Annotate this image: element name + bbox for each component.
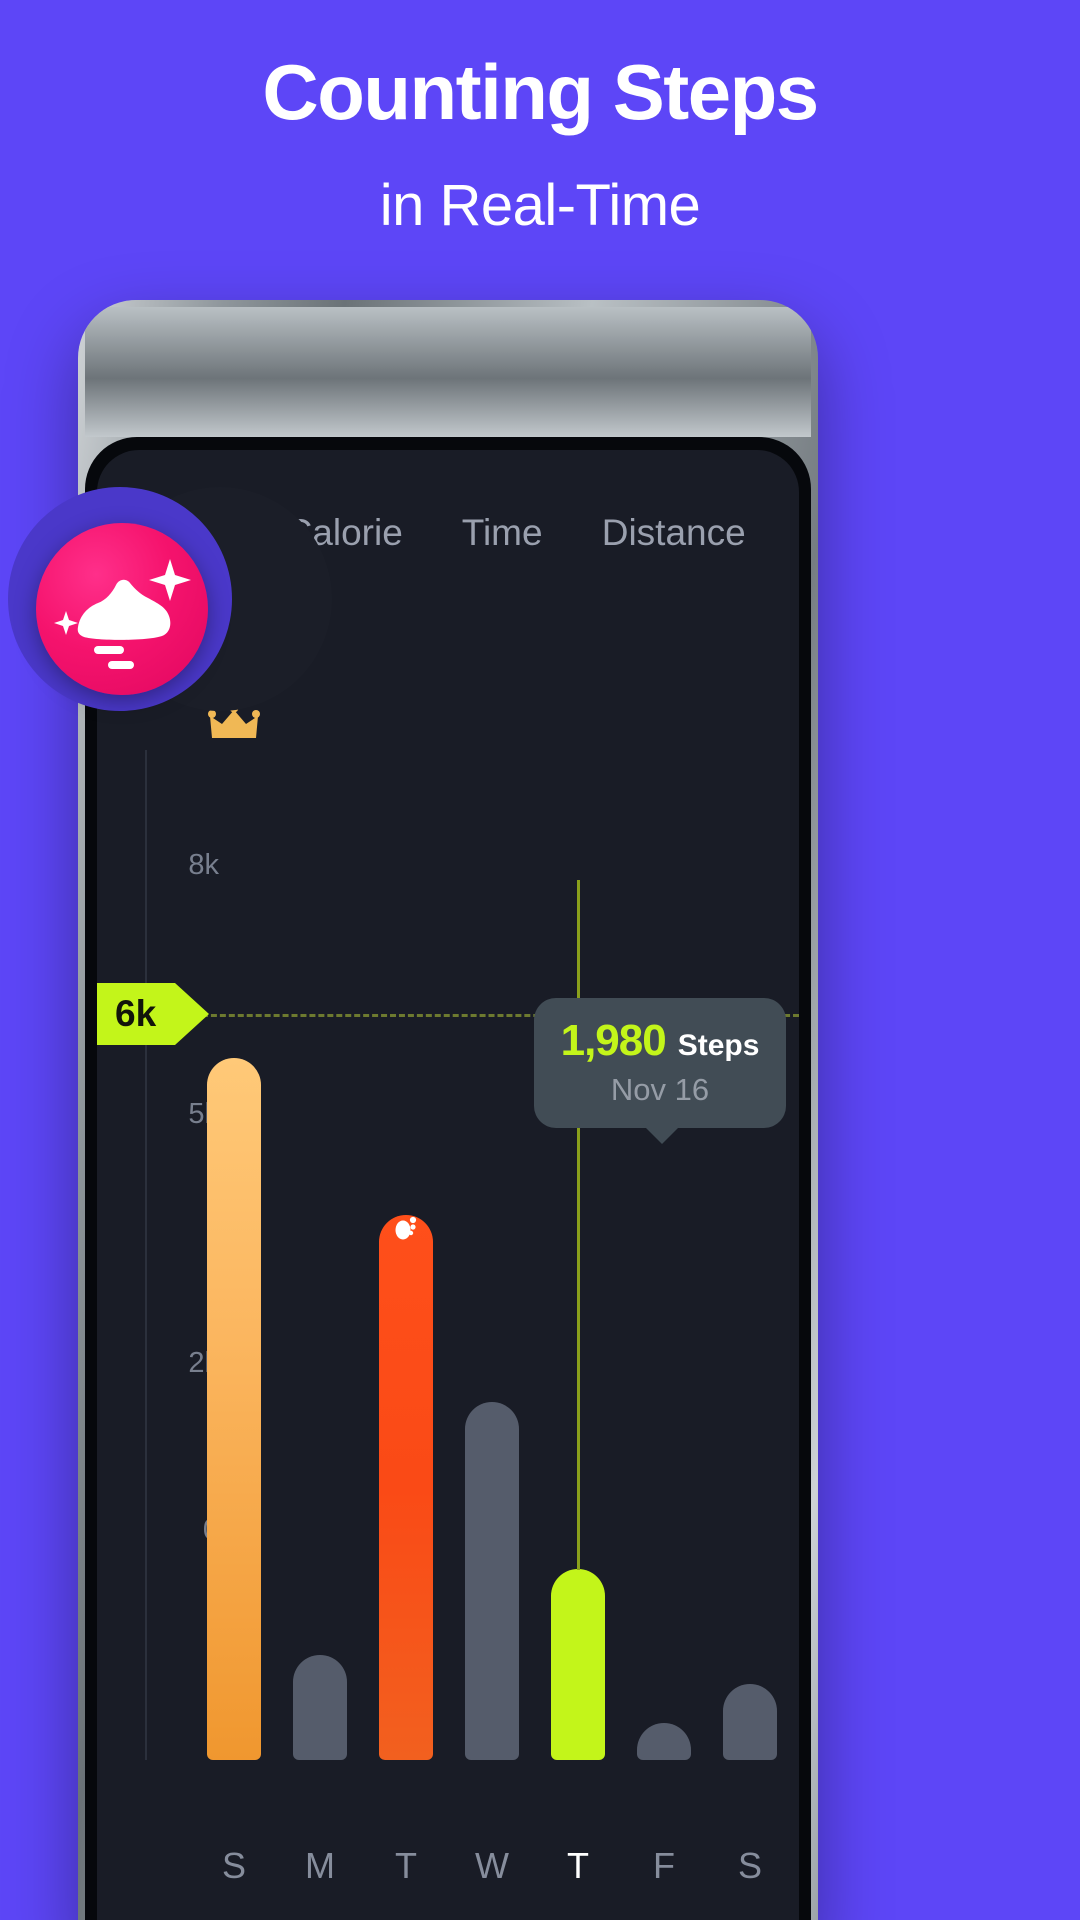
day-label-tue[interactable]: T	[379, 1845, 433, 1887]
page-title: Counting Steps	[262, 48, 819, 136]
footprint-icon	[379, 1199, 433, 1253]
bar-wednesday[interactable]	[465, 1402, 519, 1760]
bar-monday[interactable]	[293, 1655, 347, 1760]
tab-distance[interactable]: Distance	[574, 512, 773, 575]
bar-sunday[interactable]	[207, 1058, 261, 1760]
power-button[interactable]	[85, 307, 811, 437]
steps-bar-chart: 8k 5k 2k 0 6k	[97, 704, 799, 1830]
tooltip-unit: Steps	[677, 1029, 760, 1062]
selection-marker-line	[577, 880, 580, 1570]
shoe-icon	[36, 523, 208, 695]
tab-time-label: Time	[461, 512, 543, 553]
tooltip-date: Nov 16	[610, 1072, 710, 1107]
promo-screenshot: Counting Steps in Real-Time Step Calorie	[0, 0, 1080, 1920]
day-label-row: S M T W T F S	[193, 1845, 785, 1905]
day-label-fri[interactable]: F	[637, 1845, 691, 1887]
bar-group	[193, 704, 785, 1760]
day-label-mon[interactable]: M	[293, 1845, 347, 1887]
tab-inactive-indicator	[474, 568, 530, 575]
day-label-sun[interactable]: S	[207, 1845, 261, 1887]
day-label-sat[interactable]: S	[723, 1845, 777, 1887]
day-label-thu[interactable]: T	[551, 1845, 605, 1887]
value-tooltip: 1,980 Steps Nov 16	[534, 998, 786, 1144]
tooltip-value: 1,980	[560, 1016, 667, 1065]
bar-tuesday[interactable]	[379, 1215, 433, 1760]
day-label-wed[interactable]: W	[465, 1845, 519, 1887]
tab-inactive-indicator	[646, 568, 702, 575]
y-axis	[145, 750, 147, 1760]
bar-saturday[interactable]	[723, 1684, 777, 1760]
tab-distance-label: Distance	[601, 512, 746, 553]
tooltip-tail	[642, 1124, 682, 1144]
bar-friday[interactable]	[637, 1723, 691, 1760]
bar-thursday[interactable]	[551, 1569, 605, 1760]
page-subtitle: in Real-Time	[379, 173, 701, 238]
tab-time[interactable]: Time	[430, 512, 574, 575]
